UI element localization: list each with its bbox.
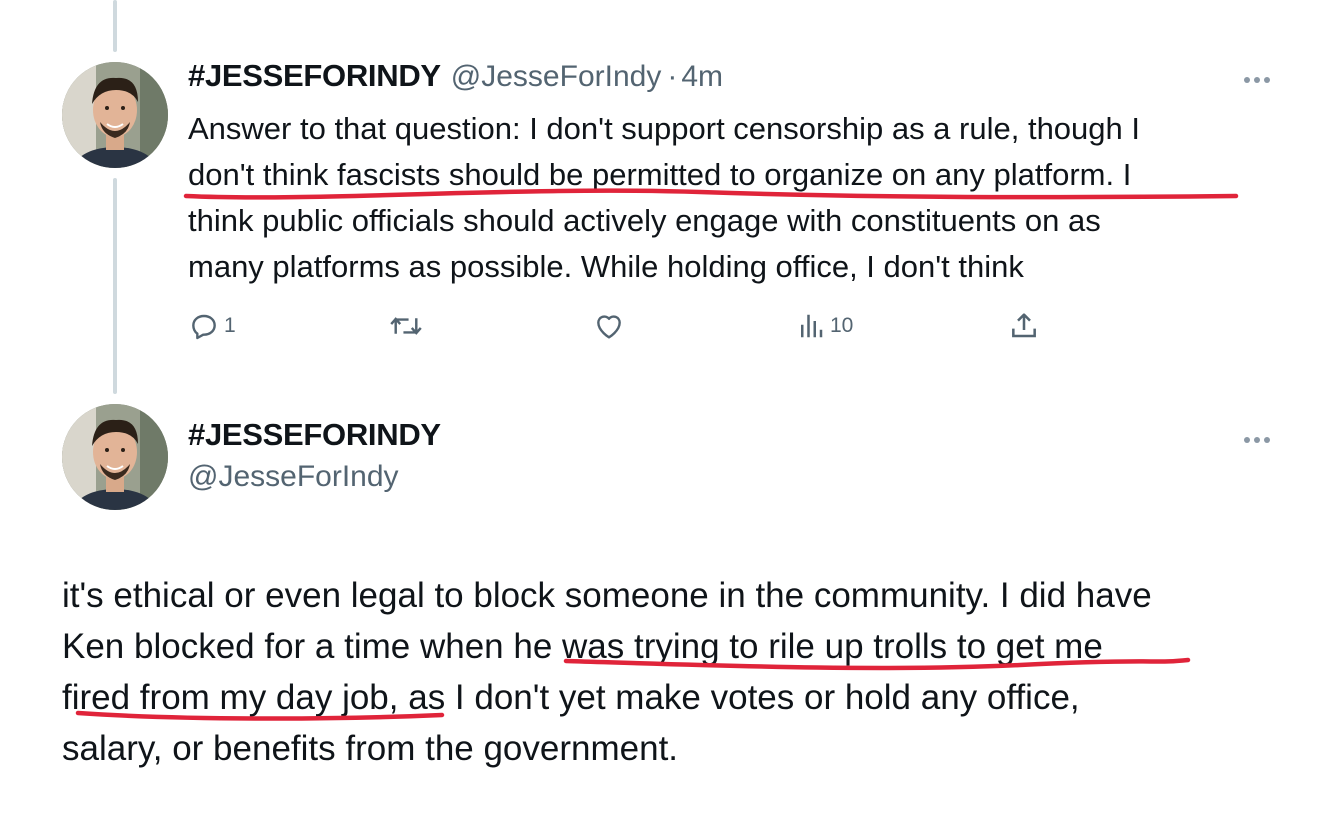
tweet-text-line: it's ethical or even legal to block some…: [62, 576, 1152, 615]
heart-icon: [597, 315, 621, 339]
reply-button[interactable]: 1: [188, 306, 236, 346]
retweet-icon: [390, 317, 422, 335]
tweet-text-line: don't think fascists should be permitted…: [188, 157, 1132, 192]
views-count: 10: [830, 314, 854, 337]
avatar[interactable]: [62, 62, 168, 168]
reply-icon: [192, 314, 216, 340]
tweet-text-line: fired from my day job, as I don't yet ma…: [62, 678, 1080, 717]
like-button[interactable]: [592, 306, 626, 346]
avatar[interactable]: [62, 404, 168, 510]
share-icon: [1012, 313, 1036, 338]
views-button[interactable]: 10: [796, 306, 853, 346]
tweet-text-line: Ken blocked for a time when he was tryin…: [62, 627, 1103, 666]
user-handle[interactable]: @JesseForIndy: [188, 460, 399, 494]
more-dots-icon[interactable]: [1242, 66, 1272, 90]
thread-line-top: [113, 0, 117, 52]
thread-line-middle: [113, 178, 117, 394]
display-name[interactable]: #JESSEFORINDY: [188, 417, 441, 453]
more-dots-icon[interactable]: [1242, 426, 1272, 450]
tweet-text-line: Answer to that question: I don't support…: [188, 111, 1140, 146]
user-handle[interactable]: @JesseForIndy: [451, 60, 662, 94]
tweet-text-line: many platforms as possible. While holdin…: [188, 249, 1024, 284]
display-name[interactable]: #JESSEFORINDY: [188, 58, 441, 94]
tweet-text-line: salary, or benefits from the government.: [62, 729, 679, 768]
retweet-button[interactable]: [388, 306, 424, 346]
views-icon: [801, 314, 823, 338]
tweet-text-line: think public officials should actively e…: [188, 203, 1101, 238]
separator-dot: ·: [667, 60, 678, 93]
reply-count: 1: [224, 314, 236, 337]
share-button[interactable]: [1008, 306, 1040, 346]
timestamp[interactable]: 4m: [681, 60, 723, 94]
